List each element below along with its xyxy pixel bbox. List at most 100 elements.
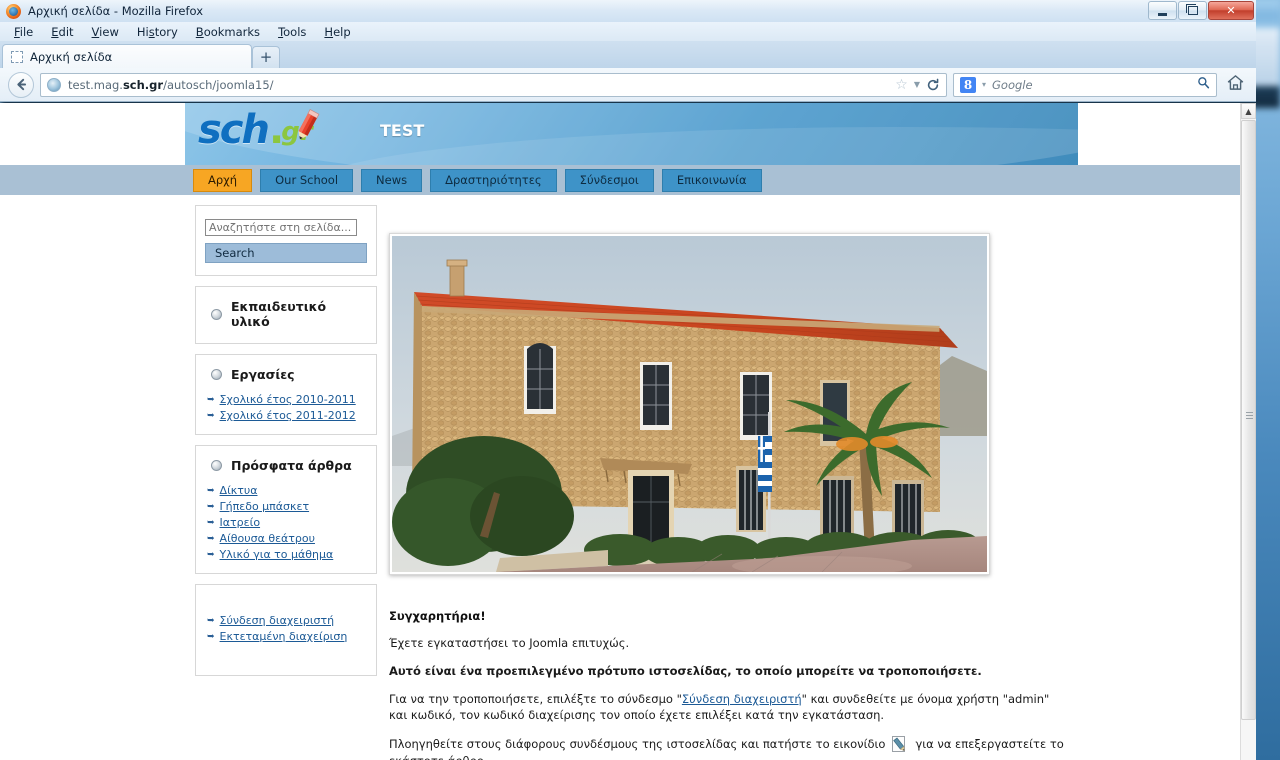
bookmark-star-icon[interactable]: ☆	[895, 77, 908, 93]
close-button[interactable]: ✕	[1208, 1, 1254, 20]
bullet-arrow-icon: ➥	[207, 518, 215, 528]
bullet-arrow-icon: ➥	[207, 395, 215, 405]
pencil-icon	[298, 109, 320, 140]
firefox-logo-icon	[6, 3, 21, 19]
back-button[interactable]	[8, 71, 34, 98]
menu-file[interactable]: File	[6, 23, 41, 41]
module-ekpaideftiko-yliko: Εκπαιδευτικό υλικό	[195, 286, 377, 344]
nav-item-syndesmoi[interactable]: Σύνδεσμοι	[564, 168, 654, 192]
module-link-list: ➥ Δίκτυα ➥ Γήπεδο μπάσκετ ➥ Ιατρείο ➥ Αί…	[205, 483, 367, 563]
link-sxoliko-etos-2011-2012[interactable]: Σχολικό έτος 2011-2012	[220, 409, 356, 423]
firefox-window: Αρχική σελίδα - Mozilla Firefox ✕ File E…	[0, 0, 1256, 760]
list-item: ➥ Αίθουσα θεάτρου	[205, 531, 367, 547]
link-sxoliko-etos-2010-2011[interactable]: Σχολικό έτος 2010-2011	[220, 393, 356, 407]
link-gipedo-basket[interactable]: Γήπεδο μπάσκετ	[220, 500, 310, 514]
nav-item-arxi[interactable]: Αρχή	[193, 168, 253, 192]
home-button[interactable]	[1223, 74, 1248, 96]
home-icon	[1227, 74, 1244, 90]
content-paragraph-4: Πλοηγηθείτε στους διάφορους συνδέσμους τ…	[389, 735, 1070, 760]
module-admin-links: ➥ Σύνδεση διαχειριστή ➥ Εκτεταμένη διαχε…	[195, 584, 377, 676]
url-bar-actions: ☆ ▼	[895, 77, 940, 93]
search-magnifier-icon[interactable]	[1197, 76, 1210, 93]
minimize-button[interactable]	[1148, 1, 1177, 20]
list-item: ➥ Σχολικό έτος 2011-2012	[205, 408, 367, 424]
navigation-toolbar: test.mag.sch.gr/autosch/joomla15/ ☆ ▼ 8 …	[0, 68, 1256, 102]
site-logo[interactable]: sch . gr	[198, 109, 320, 150]
admin-link-list: ➥ Σύνδεση διαχειριστή ➥ Εκτεταμένη διαχε…	[205, 613, 367, 645]
content-paragraph-2: Αυτό είναι ένα προεπιλεγμένο πρότυπο ιστ…	[389, 664, 982, 678]
menu-edit[interactable]: Edit	[43, 23, 81, 41]
bullet-arrow-icon: ➥	[207, 550, 215, 560]
module-bullet-icon	[211, 460, 222, 471]
tab-title: Αρχική σελίδα	[30, 49, 113, 64]
module-bullet-icon	[211, 369, 222, 380]
list-item: ➥ Υλικό για το μάθημα	[205, 547, 367, 563]
site-body: Search Εκπαιδευτικό υλικό Εργασίες	[185, 195, 1078, 760]
browser-tab[interactable]: Αρχική σελίδα	[2, 44, 252, 68]
list-item: ➥ Δίκτυα	[205, 483, 367, 499]
window-controls: ✕	[1148, 1, 1254, 20]
link-syndesi-diaxeiristi[interactable]: Σύνδεση διαχειριστή	[220, 614, 335, 628]
tab-strip: Αρχική σελίδα +	[0, 41, 1256, 68]
content-paragraph-3: Για να την τροποποιήσετε, επιλέξτε το σύ…	[389, 691, 1070, 723]
bullet-arrow-icon: ➥	[207, 486, 215, 496]
menu-help[interactable]: Help	[316, 23, 358, 41]
module-link-list: ➥ Σχολικό έτος 2010-2011 ➥ Σχολικό έτος …	[205, 392, 367, 424]
list-item: ➥ Ιατρείο	[205, 515, 367, 531]
module-bullet-icon	[211, 308, 222, 320]
link-aithousa-theatrou[interactable]: Αίθουσα θεάτρου	[220, 532, 315, 546]
back-arrow-icon	[16, 78, 26, 91]
link-iatreio[interactable]: Ιατρείο	[220, 516, 261, 530]
globe-icon	[47, 77, 61, 92]
search-input[interactable]: Google	[992, 78, 1033, 92]
google-icon[interactable]: 8	[960, 76, 976, 93]
menu-tools[interactable]: Tools	[270, 23, 314, 41]
list-item: ➥ Σύνδεση διαχειριστή	[205, 613, 367, 629]
bullet-arrow-icon: ➥	[207, 632, 215, 642]
list-item: ➥ Σχολικό έτος 2010-2011	[205, 392, 367, 408]
sidebar: Search Εκπαιδευτικό υλικό Εργασίες	[195, 205, 377, 686]
page-scrollbar[interactable]: ▲	[1240, 103, 1256, 760]
nav-item-news[interactable]: News	[361, 168, 423, 192]
module-ergasies: Εργασίες ➥ Σχολικό έτος 2010-2011 ➥ Σχολ…	[195, 354, 377, 435]
scrollbar-up-button[interactable]: ▲	[1241, 103, 1256, 119]
url-bar[interactable]: test.mag.sch.gr/autosch/joomla15/ ☆ ▼	[40, 72, 947, 97]
link-ektetameni-diaxeirisi[interactable]: Εκτεταμένη διαχείριση	[220, 630, 348, 644]
page-viewport: sch . gr TEST Αρχή Our School News Δραστ…	[0, 103, 1256, 760]
site-search-button[interactable]: Search	[205, 243, 367, 263]
maximize-button[interactable]	[1178, 1, 1207, 20]
admin-login-link[interactable]: Σύνδεση διαχειριστή	[682, 692, 802, 706]
list-item: ➥ Γήπεδο μπάσκετ	[205, 499, 367, 515]
module-title-text: Εκπαιδευτικό υλικό	[231, 299, 327, 329]
link-diktya[interactable]: Δίκτυα	[220, 484, 258, 498]
window-title: Αρχική σελίδα - Mozilla Firefox	[28, 4, 204, 18]
search-engine-dropdown-icon[interactable]: ▾	[982, 80, 986, 89]
module-title: Εργασίες	[205, 363, 367, 386]
menu-bookmarks[interactable]: Bookmarks	[188, 23, 268, 41]
site-search-input[interactable]	[205, 219, 357, 236]
nav-item-our-school[interactable]: Our School	[260, 168, 354, 192]
main-navigation: Αρχή Our School News Δραστηριότητες Σύνδ…	[185, 165, 1078, 195]
url-text: test.mag.sch.gr/autosch/joomla15/	[68, 77, 274, 92]
nav-item-drastiriotites[interactable]: Δραστηριότητες	[430, 168, 557, 192]
new-tab-button[interactable]: +	[252, 46, 280, 68]
window-titlebar: Αρχική σελίδα - Mozilla Firefox ✕	[0, 0, 1256, 22]
minimize-icon	[1158, 12, 1167, 16]
nav-item-epikoinonia[interactable]: Επικοινωνία	[661, 168, 762, 192]
edit-article-icon[interactable]	[891, 735, 909, 753]
menu-view[interactable]: View	[84, 23, 127, 41]
main-content: Συγχαρητήρια! Έχετε εγκαταστήσει το Joom…	[389, 205, 1070, 760]
scrollbar-thumb[interactable]	[1241, 120, 1256, 720]
reload-icon[interactable]	[926, 78, 940, 92]
bookmark-dropdown-icon[interactable]: ▼	[914, 80, 920, 89]
website-container: sch . gr TEST Αρχή Our School News Δραστ…	[185, 103, 1078, 760]
scrollbar-grip-icon	[1246, 412, 1253, 419]
link-yliko-gia-to-mathima[interactable]: Υλικό για το μάθημα	[220, 548, 334, 562]
bullet-arrow-icon: ➥	[207, 616, 215, 626]
search-module: Search	[195, 205, 377, 276]
menu-history[interactable]: History	[129, 23, 186, 41]
menu-bar: File Edit View History Bookmarks Tools H…	[0, 22, 1256, 41]
bullet-arrow-icon: ➥	[207, 534, 215, 544]
search-bar[interactable]: 8 ▾ Google	[953, 72, 1217, 97]
module-title: Εκπαιδευτικό υλικό	[205, 295, 367, 333]
